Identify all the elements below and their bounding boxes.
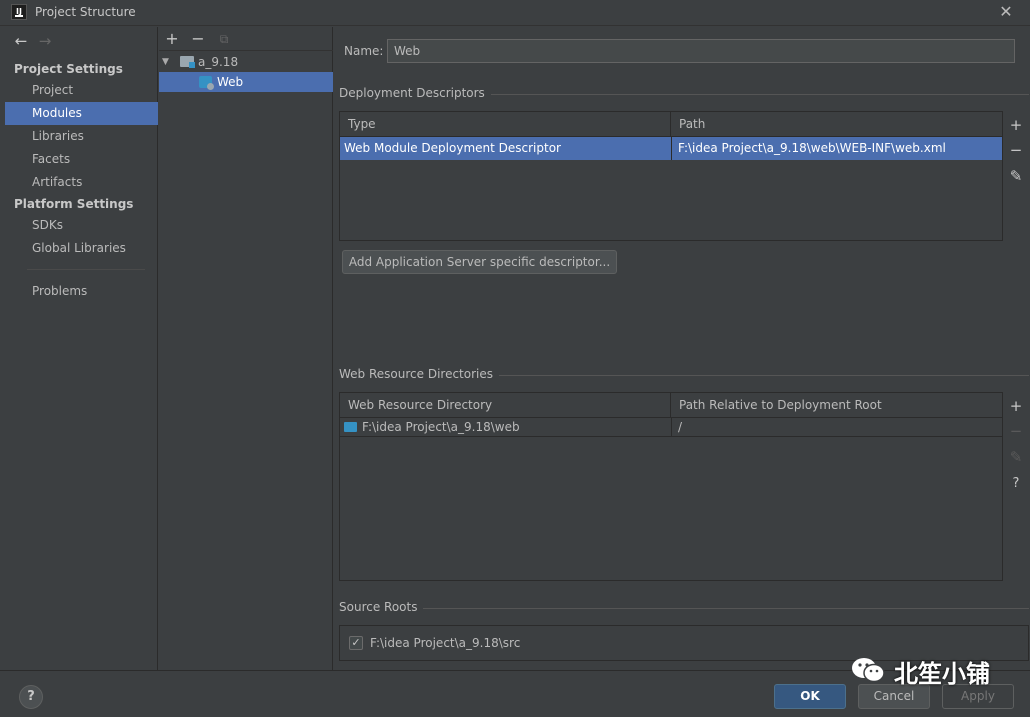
close-icon: ✕: [999, 2, 1013, 21]
column-header-directory[interactable]: Web Resource Directory: [340, 393, 671, 417]
nav-item-facets[interactable]: Facets: [5, 148, 158, 171]
pencil-icon: ✎: [1009, 167, 1023, 185]
add-resource-button[interactable]: +: [1007, 397, 1025, 415]
add-module-button[interactable]: +: [162, 29, 182, 49]
web-resource-directories-title: Web Resource Directories: [339, 367, 499, 381]
project-settings-header: Project Settings: [14, 62, 123, 76]
web-folder-icon: [344, 422, 357, 432]
facet-settings-panel: Name: Deployment Descriptors Type Path W…: [334, 27, 1030, 670]
table-header: Web Resource Directory Path Relative to …: [340, 393, 1002, 418]
remove-descriptor-button[interactable]: −: [1007, 141, 1025, 159]
wechat-icon: [852, 658, 885, 683]
nav-item-sdks[interactable]: SDKs: [5, 214, 158, 237]
module-folder-icon: [180, 56, 195, 68]
watermark-text: 北笙小铺: [894, 660, 990, 688]
tree-toolbar: + − ⧉: [159, 27, 333, 51]
section-divider: [339, 608, 1029, 609]
minus-icon: −: [1009, 141, 1023, 159]
tree-item-web-facet[interactable]: Web: [159, 72, 333, 92]
table-row[interactable]: F:\idea Project\a_9.18\web /: [340, 418, 1002, 437]
plus-icon: +: [1009, 116, 1023, 134]
source-roots-title: Source Roots: [339, 600, 424, 614]
remove-module-button[interactable]: −: [188, 29, 208, 49]
copy-icon: ⧉: [219, 32, 229, 46]
tree-item-label: Web: [217, 75, 244, 89]
minus-icon: −: [1009, 422, 1023, 440]
module-tree-panel: + − ⧉ ▼ a_9.18 Web: [159, 27, 333, 670]
checkmark-icon: ✓: [351, 636, 361, 649]
deployment-descriptors-title: Deployment Descriptors: [339, 86, 491, 100]
add-descriptor-button[interactable]: +: [1007, 116, 1025, 134]
edit-descriptor-button[interactable]: ✎: [1007, 167, 1025, 185]
column-header-relative-path[interactable]: Path Relative to Deployment Root: [671, 393, 1002, 417]
table-row[interactable]: Web Module Deployment Descriptor F:\idea…: [340, 137, 1002, 160]
plus-icon: +: [1009, 397, 1023, 415]
tree-item-label: a_9.18: [198, 55, 239, 69]
forward-arrow-icon[interactable]: →: [35, 32, 55, 50]
deployment-descriptors-table: Type Path Web Module Deployment Descript…: [339, 111, 1003, 241]
platform-settings-header: Platform Settings: [14, 197, 134, 211]
nav-item-problems[interactable]: Problems: [5, 280, 158, 303]
add-server-descriptor-button[interactable]: Add Application Server specific descript…: [342, 250, 617, 274]
resource-directory-label: F:\idea Project\a_9.18\web: [362, 420, 520, 434]
resource-directory-cell: F:\idea Project\a_9.18\web: [340, 418, 671, 437]
back-arrow-icon[interactable]: ←: [11, 32, 31, 50]
web-facet-icon: [199, 76, 214, 90]
title-bar: IJ Project Structure ✕: [0, 0, 1030, 26]
copy-module-button[interactable]: ⧉: [214, 29, 234, 49]
relative-path-cell: /: [671, 418, 1002, 437]
close-button[interactable]: ✕: [996, 2, 1016, 22]
nav-item-artifacts[interactable]: Artifacts: [5, 171, 158, 194]
nav-item-global-libraries[interactable]: Global Libraries: [5, 237, 158, 260]
intellij-app-icon: IJ: [11, 4, 27, 20]
nav-item-project[interactable]: Project: [5, 79, 158, 102]
minus-icon: −: [191, 29, 205, 48]
column-header-type[interactable]: Type: [340, 112, 671, 136]
column-header-path[interactable]: Path: [671, 112, 1002, 136]
remove-resource-button[interactable]: −: [1007, 422, 1025, 440]
expand-arrow-icon[interactable]: ▼: [162, 52, 169, 72]
question-icon: ?: [1012, 476, 1020, 491]
resource-help-button[interactable]: ?: [1007, 475, 1025, 493]
nav-divider: [27, 269, 145, 270]
edit-resource-button[interactable]: ✎: [1007, 448, 1025, 466]
nav-item-libraries[interactable]: Libraries: [5, 125, 158, 148]
table-header: Type Path: [340, 112, 1002, 137]
question-icon: ?: [27, 689, 35, 704]
source-root-checkbox[interactable]: ✓: [349, 636, 363, 650]
tree-item-project-root[interactable]: ▼ a_9.18: [159, 52, 333, 72]
descriptor-type-cell: Web Module Deployment Descriptor: [344, 141, 561, 155]
window-title: Project Structure: [35, 5, 136, 19]
plus-icon: +: [165, 29, 179, 48]
help-button[interactable]: ?: [19, 685, 43, 709]
nav-item-modules[interactable]: Modules: [5, 102, 158, 125]
descriptor-path-cell: F:\idea Project\a_9.18\web\WEB-INF\web.x…: [671, 137, 1002, 160]
name-input[interactable]: [387, 39, 1015, 63]
ok-button[interactable]: OK: [774, 684, 846, 709]
pencil-icon: ✎: [1009, 448, 1023, 466]
name-label: Name:: [344, 44, 384, 58]
source-root-label: F:\idea Project\a_9.18\src: [370, 636, 521, 650]
settings-nav: ← → Project Settings Project Modules Lib…: [5, 27, 158, 670]
web-resource-table: Web Resource Directory Path Relative to …: [339, 392, 1003, 581]
